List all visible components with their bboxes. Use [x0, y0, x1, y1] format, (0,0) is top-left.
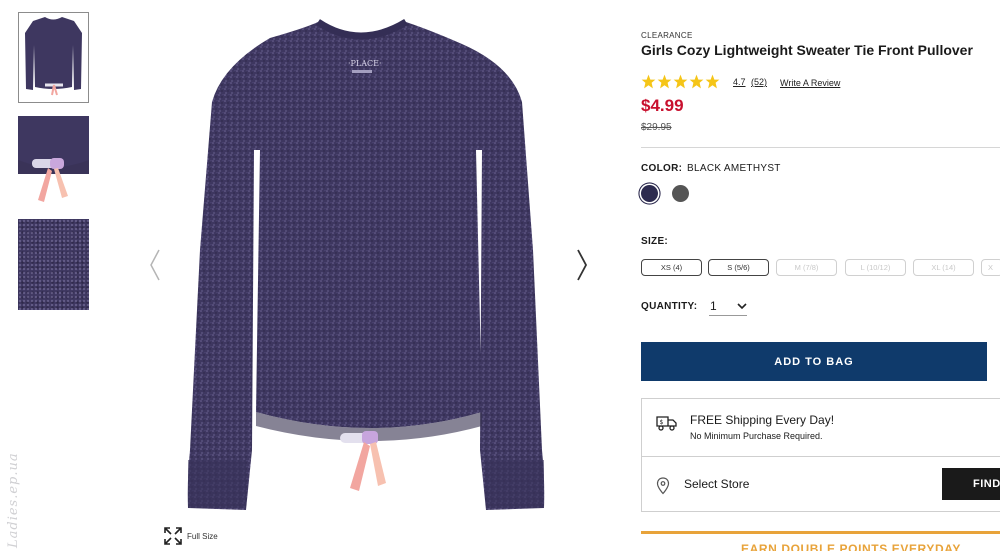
size-option-more[interactable]: X	[981, 259, 1000, 276]
quantity-value: 1	[710, 299, 717, 313]
rating-value[interactable]: 4.7	[733, 77, 746, 87]
color-swatch-gray[interactable]	[672, 185, 689, 202]
write-review-link[interactable]: Write A Review	[780, 78, 840, 88]
svg-text:$: $	[660, 419, 664, 426]
watermark: Ladies.ep.ua	[6, 452, 21, 548]
product-title: Girls Cozy Lightweight Sweater Tie Front…	[641, 42, 973, 58]
truck-icon: $	[656, 416, 677, 431]
quantity-label: QUANTITY:	[641, 301, 698, 312]
sweater-illustration: ·PLACE·	[187, 18, 545, 510]
location-pin-icon	[656, 477, 670, 495]
chevron-left-icon	[150, 249, 160, 281]
promo-banner[interactable]: EARN DOUBLE POINTS EVERYDAY	[741, 542, 961, 551]
add-to-bag-button[interactable]: ADD TO BAG	[641, 342, 987, 381]
size-option-xs[interactable]: XS (4)	[641, 259, 702, 276]
clearance-badge: CLEARANCE	[641, 31, 693, 40]
full-size-label: Full Size	[187, 531, 218, 541]
star-icon	[689, 74, 704, 89]
size-option-s[interactable]: S (5/6)	[708, 259, 769, 276]
thumbnail-front-image	[21, 15, 86, 100]
full-size-button[interactable]: Full Size	[163, 526, 218, 546]
divider	[641, 147, 1000, 148]
thumbnail-fabric-detail[interactable]	[18, 219, 89, 310]
next-image-arrow[interactable]	[572, 245, 592, 285]
color-selection: COLOR: BLACK AMETHYST	[641, 163, 781, 174]
color-swatch-black-amethyst[interactable]	[641, 185, 658, 202]
size-label: SIZE:	[641, 236, 669, 247]
color-value: BLACK AMETHYST	[687, 163, 781, 174]
size-option-l[interactable]: L (10/12)	[845, 259, 906, 276]
review-count[interactable]: (52)	[751, 77, 767, 87]
expand-icon	[164, 527, 182, 545]
store-finder: Select Store FIND	[641, 456, 1000, 512]
shipping-info: $ FREE Shipping Every Day! No Minimum Pu…	[641, 398, 1000, 456]
color-label: COLOR:	[641, 163, 683, 174]
thumbnail-front[interactable]	[18, 12, 89, 103]
shipping-subtitle: No Minimum Purchase Required.	[690, 431, 823, 441]
original-price: $29.95	[641, 122, 672, 133]
thumbnail-tie-image	[18, 116, 89, 206]
thumbnail-tie-detail[interactable]	[18, 116, 89, 206]
size-option-xl[interactable]: XL (14)	[913, 259, 974, 276]
rating-stars[interactable]	[641, 74, 720, 89]
main-product-image: ·PLACE·	[140, 10, 600, 530]
star-icon	[673, 74, 688, 89]
star-icon	[641, 74, 656, 89]
quantity-select[interactable]: 1	[709, 298, 747, 316]
promo-divider	[641, 531, 1000, 534]
chevron-right-icon	[577, 249, 588, 281]
shipping-title: FREE Shipping Every Day!	[690, 413, 835, 427]
sale-price: $4.99	[641, 96, 684, 115]
star-icon	[705, 74, 720, 89]
select-store-label[interactable]: Select Store	[684, 477, 749, 491]
product-details-panel: CLEARANCE Girls Cozy Lightweight Sweater…	[641, 0, 1000, 551]
star-icon	[657, 74, 672, 89]
brand-label: ·PLACE·	[348, 59, 382, 68]
previous-image-arrow[interactable]	[145, 245, 165, 285]
chevron-down-icon	[737, 303, 747, 310]
find-store-button[interactable]: FIND	[942, 468, 1000, 500]
size-option-m[interactable]: M (7/8)	[776, 259, 837, 276]
